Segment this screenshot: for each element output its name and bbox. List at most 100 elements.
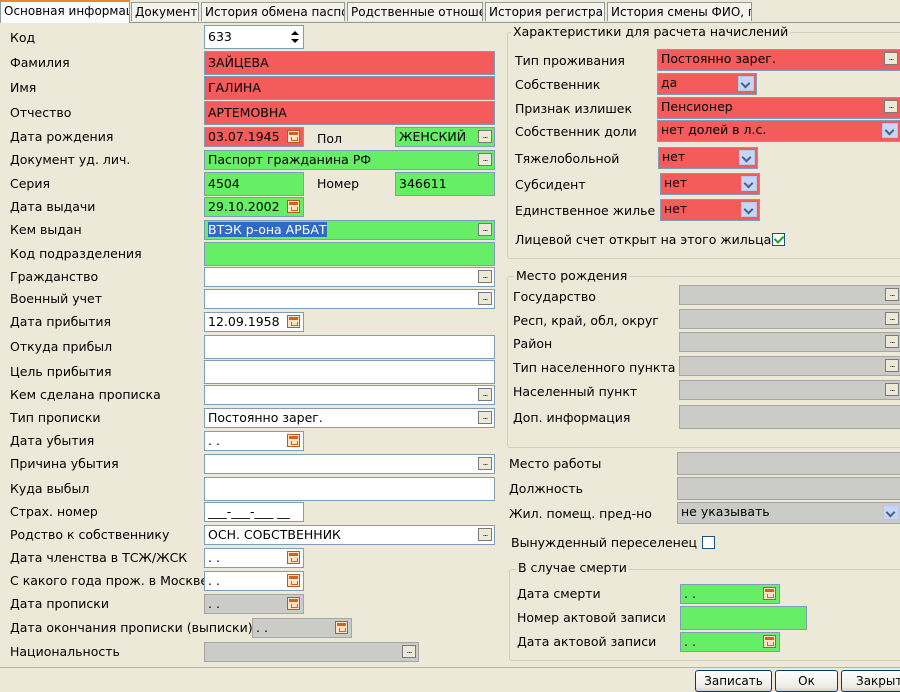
doc-field[interactable]: Паспорт гражданина РФ... [204,150,495,170]
birth-date-field[interactable]: 03.07.1945 [204,127,304,147]
issue-date-field[interactable]: 29.10.2002 [204,197,304,217]
ellipsis-icon[interactable]: ... [885,383,899,396]
settlement-field[interactable]: ... [679,380,900,400]
surplus-field[interactable]: Пенсионер... [657,97,900,119]
depart-date-field[interactable]: . . [204,431,304,451]
purpose-field[interactable] [204,360,495,384]
calendar-icon[interactable] [287,434,300,447]
settlement-type-field[interactable]: ... [679,356,900,376]
nomer-field[interactable]: 346611 [395,172,495,196]
ok-button[interactable]: Ок [775,670,838,692]
share-owner-value: нет долей в л.с. [661,122,767,137]
spin-arrows-icon[interactable] [290,29,300,45]
citizenship-field[interactable]: ... [204,267,495,287]
registered-by-field[interactable]: ... [204,385,495,405]
save-button[interactable]: Записать [695,670,772,692]
chevron-down-icon[interactable] [882,123,898,138]
share-owner-select[interactable]: нет долей в л.с. [657,120,900,142]
relation-field[interactable]: ОСН. СОБСТВЕННИК... [204,525,495,545]
residence-type-field[interactable]: Постоянно зарег.... [657,49,900,71]
chevron-down-icon[interactable] [741,176,757,191]
tab-documents[interactable]: Документы [131,2,199,21]
close-button[interactable]: Закрыть [841,670,900,692]
dept-code-field[interactable] [204,242,495,266]
otchestvo-field[interactable]: АРТЕМОВНА [204,101,495,125]
reg-type-field[interactable]: Постоянно зарег.... [204,408,495,428]
arrival-date-field[interactable]: 12.09.1958 [204,312,304,332]
calendar-icon[interactable] [287,200,300,213]
only-home-select[interactable]: нет [660,199,760,221]
birth-date-value: 03.07.1945 [208,129,280,144]
moscow-since-value: . . [208,573,220,588]
chevron-down-icon[interactable] [883,505,899,520]
familia-field[interactable]: ЗАЙЦЕВА [204,51,495,75]
record-no-field[interactable] [680,606,807,630]
calendar-icon[interactable] [763,587,776,600]
ellipsis-icon[interactable]: ... [885,288,899,301]
ellipsis-icon[interactable]: ... [885,359,899,372]
depart-reason-field[interactable]: ... [204,454,495,474]
ellipsis-icon[interactable]: ... [478,457,492,470]
depart-reason-label: Причина убытия [10,456,119,471]
from-field[interactable] [204,335,495,359]
tab-registration-history[interactable]: История регистрации [485,2,605,21]
forced-checkbox[interactable] [702,536,715,549]
calendar-icon[interactable] [763,635,776,648]
seria-field[interactable]: 4504 [204,172,304,196]
ellipsis-icon[interactable]: ... [478,270,492,283]
ellipsis-icon[interactable]: ... [478,292,492,305]
pol-field[interactable]: ЖЕНСКИЙ... [395,127,495,147]
chevron-down-icon[interactable] [741,202,757,217]
kod-stepper[interactable]: 633 [204,25,304,49]
district-field[interactable]: ... [679,332,900,352]
work-place-field[interactable] [677,452,900,475]
imya-field[interactable]: ГАЛИНА [204,76,495,100]
owner-select[interactable]: да [657,73,757,95]
account-open-checkbox[interactable] [772,233,785,246]
tab-name-history[interactable]: История смены ФИО, г.р. [607,2,752,21]
insurance-field[interactable]: ___-___-___ __ [204,502,304,522]
tab-main-info[interactable]: Основная информация [0,0,130,23]
ill-select[interactable]: нет [658,147,758,169]
pol-value: ЖЕНСКИЙ [399,129,467,144]
issue-date-label: Дата выдачи [10,199,96,214]
extra-info-field[interactable] [679,405,900,429]
region-label: Респ, край, обл, округ [513,313,659,328]
calendar-icon[interactable] [287,551,300,564]
tab-bar: Основная информация Документы История об… [0,0,900,23]
ellipsis-icon[interactable]: ... [884,100,898,113]
region-field[interactable]: ... [679,309,900,329]
chevron-down-icon[interactable] [739,150,755,165]
ellipsis-icon[interactable]: ... [478,223,492,236]
ellipsis-icon[interactable]: ... [478,153,492,166]
nationality-field: ... [204,642,419,662]
housing-select[interactable]: не указывать [677,502,900,524]
issued-by-field[interactable]: ВТЭК р-она АРБАТ... [204,220,495,240]
ellipsis-icon[interactable]: ... [478,528,492,541]
calendar-icon[interactable] [287,130,300,143]
military-field[interactable]: ... [204,289,495,309]
position-field[interactable] [677,477,900,500]
familia-label: Фамилия [10,55,70,70]
tszh-date-field[interactable]: . . [204,548,304,568]
depart-to-field[interactable] [204,477,495,501]
kod-label: Код [10,30,36,45]
tab-passport-history[interactable]: История обмена паспорта [201,2,345,21]
ellipsis-icon[interactable]: ... [478,388,492,401]
ellipsis-icon[interactable]: ... [478,411,492,424]
ellipsis-icon[interactable]: ... [885,335,899,348]
state-field[interactable]: ... [679,285,900,305]
moscow-since-field[interactable]: . . [204,571,304,591]
calendar-icon[interactable] [287,574,300,587]
tab-relations[interactable]: Родственные отношения [347,2,483,21]
nomer-label: Номер [317,176,360,191]
death-date-field[interactable]: . . [680,584,780,604]
record-date-field[interactable]: . . [680,632,780,652]
ellipsis-icon[interactable]: ... [478,130,492,143]
chevron-down-icon[interactable] [738,76,754,91]
ellipsis-icon[interactable]: ... [885,312,899,325]
calendar-icon[interactable] [287,315,300,328]
ellipsis-icon[interactable]: ... [402,645,416,658]
ellipsis-icon[interactable]: ... [884,52,898,65]
subsidy-select[interactable]: нет [660,173,760,195]
